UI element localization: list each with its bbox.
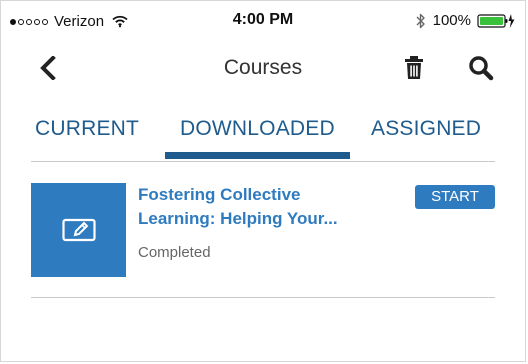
tab-current[interactable]: CURRENT xyxy=(35,117,139,141)
charging-icon xyxy=(508,13,515,28)
delete-button[interactable] xyxy=(399,51,429,85)
screen: Verizon 4:00 PM 100% Courses CURRENT DOW… xyxy=(0,0,526,362)
course-list-item[interactable]: Fostering Collective Learning: Helping Y… xyxy=(31,183,495,277)
course-title-line-1: Fostering Collective xyxy=(138,185,301,204)
bluetooth-icon xyxy=(416,13,425,28)
course-divider xyxy=(31,297,495,298)
status-right: 100% xyxy=(415,12,517,29)
course-tabs: CURRENT DOWNLOADED ASSIGNED xyxy=(31,109,505,159)
tab-assigned[interactable]: ASSIGNED xyxy=(371,117,481,141)
navigation-bar: Courses xyxy=(1,43,525,93)
active-tab-indicator xyxy=(165,152,350,159)
page-title: Courses xyxy=(223,56,303,79)
course-title-line-2: Learning: Helping Your... xyxy=(138,209,338,228)
course-thumbnail xyxy=(31,183,126,277)
start-button[interactable]: START xyxy=(415,185,495,209)
tabs-divider xyxy=(31,161,495,162)
battery-icon xyxy=(477,13,515,28)
course-status: Completed xyxy=(138,244,211,261)
battery-percentage: 100% xyxy=(432,12,471,29)
search-button[interactable] xyxy=(464,51,498,85)
edit-document-icon xyxy=(61,218,96,242)
tab-downloaded[interactable]: DOWNLOADED xyxy=(180,117,335,141)
course-title[interactable]: Fostering Collective Learning: Helping Y… xyxy=(138,183,398,231)
search-icon xyxy=(469,56,494,81)
status-bar: Verizon 4:00 PM 100% xyxy=(1,1,525,41)
trash-icon xyxy=(405,56,423,79)
